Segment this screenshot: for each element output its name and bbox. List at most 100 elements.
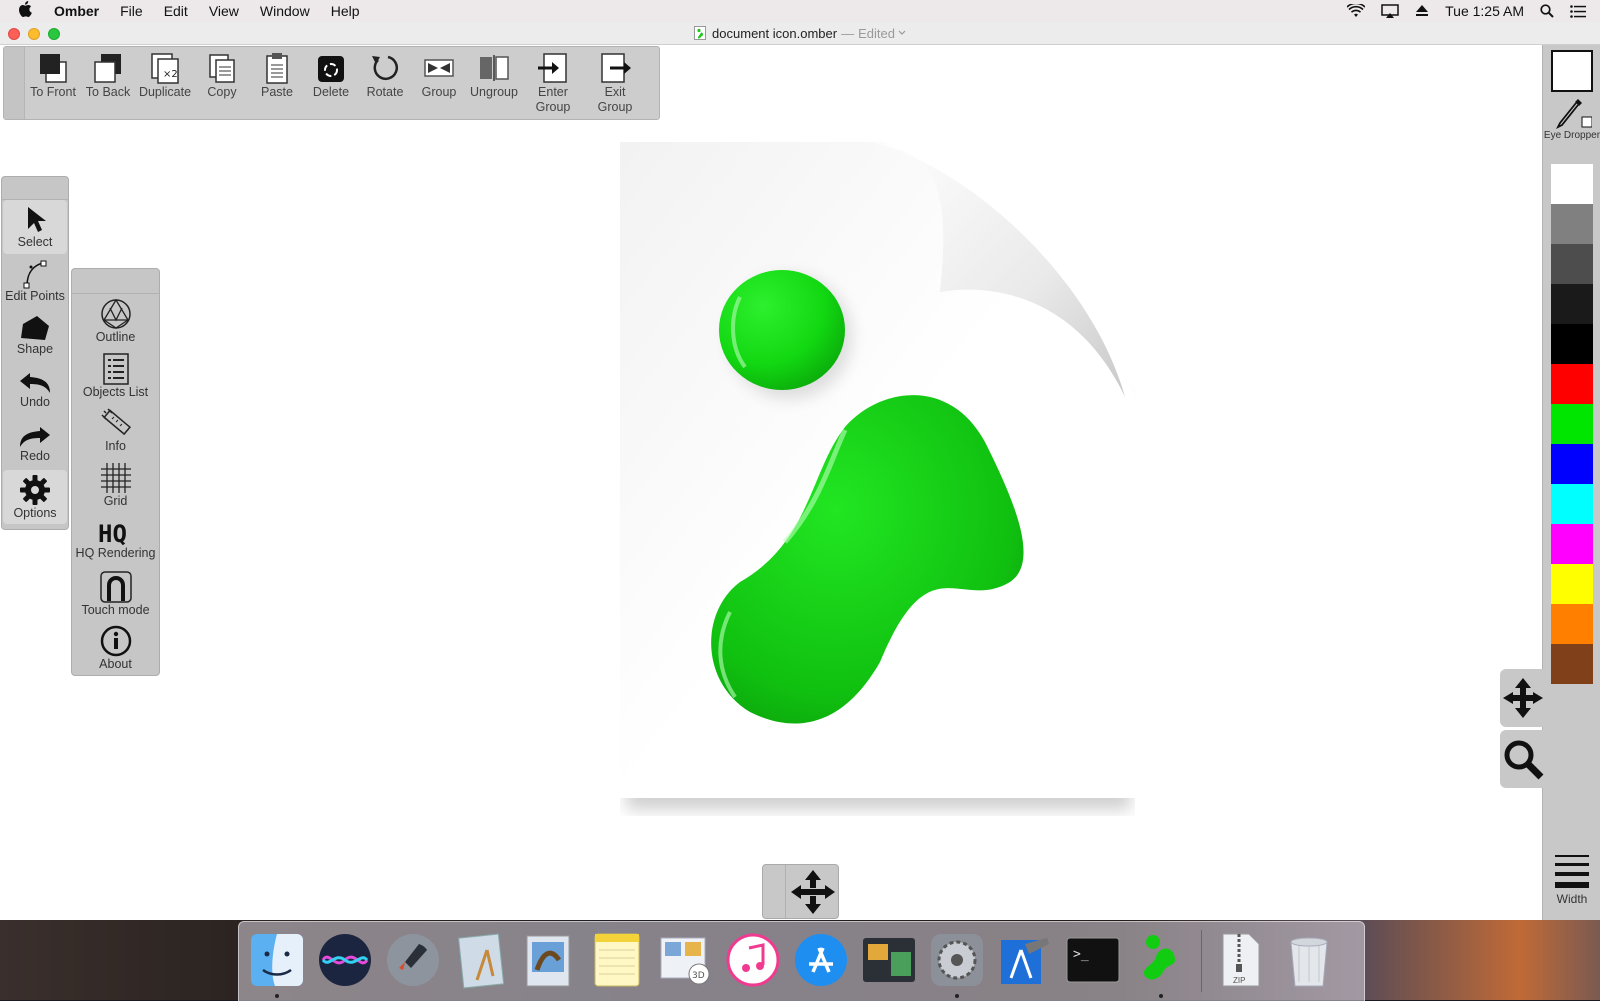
svg-text:>_: >_ <box>1073 947 1089 962</box>
select-tool[interactable]: Select <box>3 200 67 254</box>
color-palette <box>1551 164 1593 684</box>
palette-swatch[interactable] <box>1551 164 1593 204</box>
xcode-dock-icon[interactable] <box>995 930 1055 990</box>
group-icon <box>424 59 454 77</box>
palette-swatch[interactable] <box>1551 484 1593 524</box>
to-front-button[interactable]: To Front <box>26 47 80 119</box>
tools-panel-grip[interactable] <box>2 177 68 200</box>
options-panel: Outline Objects List Info Grid HQ HQ Ren… <box>71 268 160 676</box>
omber-dock-icon[interactable] <box>1131 930 1191 998</box>
undo-button[interactable]: Undo <box>2 362 68 416</box>
options-panel-grip[interactable] <box>72 269 159 294</box>
zip-archive-dock-icon[interactable]: ZIP <box>1211 930 1271 990</box>
info-toggle[interactable]: Info <box>72 403 159 458</box>
palette-swatch[interactable] <box>1551 364 1593 404</box>
app-menu[interactable]: Omber <box>54 3 99 19</box>
menu-window[interactable]: Window <box>260 3 310 19</box>
chevron-down-icon[interactable] <box>898 30 906 36</box>
touch-mode-toggle[interactable]: Touch mode <box>72 567 159 622</box>
group-button[interactable]: Group <box>412 47 466 119</box>
dock-separator <box>1201 930 1202 992</box>
paste-icon <box>266 53 288 84</box>
grid-toggle[interactable]: Grid <box>72 458 159 513</box>
airplay-icon[interactable] <box>1381 4 1399 18</box>
itunes-dock-icon[interactable] <box>723 930 783 990</box>
photo-booth-dock-icon[interactable]: 3D <box>655 930 715 990</box>
ungroup-button[interactable]: Ungroup <box>466 47 522 119</box>
notification-center-icon[interactable] <box>1570 4 1586 18</box>
outline-toggle[interactable]: Outline <box>72 294 159 349</box>
options-button[interactable]: Options <box>3 470 67 524</box>
palette-swatch[interactable] <box>1551 564 1593 604</box>
zoom-button[interactable] <box>1500 730 1546 788</box>
terminal-dock-icon[interactable]: >_ <box>1063 930 1123 990</box>
palette-swatch[interactable] <box>1551 284 1593 324</box>
palette-swatch[interactable] <box>1551 244 1593 284</box>
palette-swatch[interactable] <box>1551 604 1593 644</box>
apple-menu-icon[interactable] <box>18 0 32 22</box>
app-store-dock-icon[interactable] <box>791 930 851 990</box>
shape-tool[interactable]: Shape <box>2 308 68 362</box>
duplicate-button[interactable]: ×2 Duplicate <box>136 47 194 119</box>
wifi-icon[interactable] <box>1347 4 1366 18</box>
notes-dock-icon[interactable] <box>587 930 647 990</box>
hq-icon: HQ <box>98 520 127 546</box>
to-back-icon <box>94 54 121 83</box>
hq-rendering-toggle[interactable]: HQ HQ Rendering <box>72 512 159 567</box>
ungroup-icon <box>480 55 509 81</box>
touch-magnet-icon <box>99 571 132 603</box>
copy-button[interactable]: Copy <box>194 47 250 119</box>
palette-swatch[interactable] <box>1551 204 1593 244</box>
menu-file[interactable]: File <box>120 3 143 19</box>
paste-button[interactable]: Paste <box>250 47 304 119</box>
launchpad-dock-icon[interactable] <box>383 930 443 990</box>
spotlight-icon[interactable] <box>1540 4 1554 18</box>
eject-icon[interactable] <box>1415 5 1429 17</box>
stroke-width-button[interactable]: Width <box>1543 853 1600 906</box>
clock[interactable]: Tue 1:25 AM <box>1445 3 1524 19</box>
image-capture-dock-icon[interactable] <box>859 930 919 990</box>
menu-help[interactable]: Help <box>331 3 360 19</box>
eye-dropper-icon <box>1555 99 1593 130</box>
menu-view[interactable]: View <box>209 3 239 19</box>
dock: 3D >_ ZIP <box>238 921 1365 1001</box>
palette-swatch[interactable] <box>1551 444 1593 484</box>
menu-edit[interactable]: Edit <box>164 3 188 19</box>
toolbar-grip[interactable] <box>4 47 25 119</box>
svg-text:HQ: HQ <box>98 520 127 546</box>
eye-dropper-button[interactable]: Eye Dropper <box>1543 97 1600 141</box>
objects-list-toggle[interactable]: Objects List <box>72 349 159 404</box>
outline-wireframe-icon <box>100 298 131 330</box>
enter-group-button[interactable]: Enter Group <box>522 47 584 119</box>
title-separator: — <box>841 25 855 41</box>
palette-swatch[interactable] <box>1551 524 1593 564</box>
palette-swatch[interactable] <box>1551 404 1593 444</box>
edit-points-tool[interactable]: Edit Points <box>2 254 68 308</box>
palette-swatch[interactable] <box>1551 324 1593 364</box>
exit-group-button[interactable]: Exit Group <box>584 47 646 119</box>
document-artwork[interactable] <box>620 142 1135 816</box>
redo-button[interactable]: Redo <box>2 416 68 470</box>
pan-button[interactable] <box>1500 669 1546 727</box>
about-button[interactable]: About <box>72 621 159 676</box>
to-back-button[interactable]: To Back <box>80 47 136 119</box>
document-proxy-icon[interactable] <box>694 26 707 40</box>
edited-status[interactable]: Edited <box>858 26 895 41</box>
svg-text:3D: 3D <box>692 971 705 981</box>
finder-dock-icon[interactable] <box>247 930 307 998</box>
siri-dock-icon[interactable] <box>315 930 375 990</box>
zip-label: ZIP <box>1233 976 1246 985</box>
rotate-button[interactable]: Rotate <box>358 47 412 119</box>
system-preferences-dock-icon[interactable] <box>927 930 987 998</box>
pan-control-grip[interactable] <box>763 865 786 918</box>
current-fill-color[interactable] <box>1551 50 1593 92</box>
palette-swatch[interactable] <box>1551 644 1593 684</box>
move-arrows-icon[interactable] <box>789 870 837 914</box>
svg-text:×2: ×2 <box>163 69 178 80</box>
menu-bar: Omber File Edit View Window Help Tue 1:2… <box>0 0 1600 23</box>
textedit-dock-icon[interactable] <box>451 930 511 990</box>
horizontal-pan-control <box>762 864 839 919</box>
preview-dock-icon[interactable] <box>519 930 579 990</box>
trash-dock-icon[interactable] <box>1279 930 1339 990</box>
delete-button[interactable]: Delete <box>304 47 358 119</box>
